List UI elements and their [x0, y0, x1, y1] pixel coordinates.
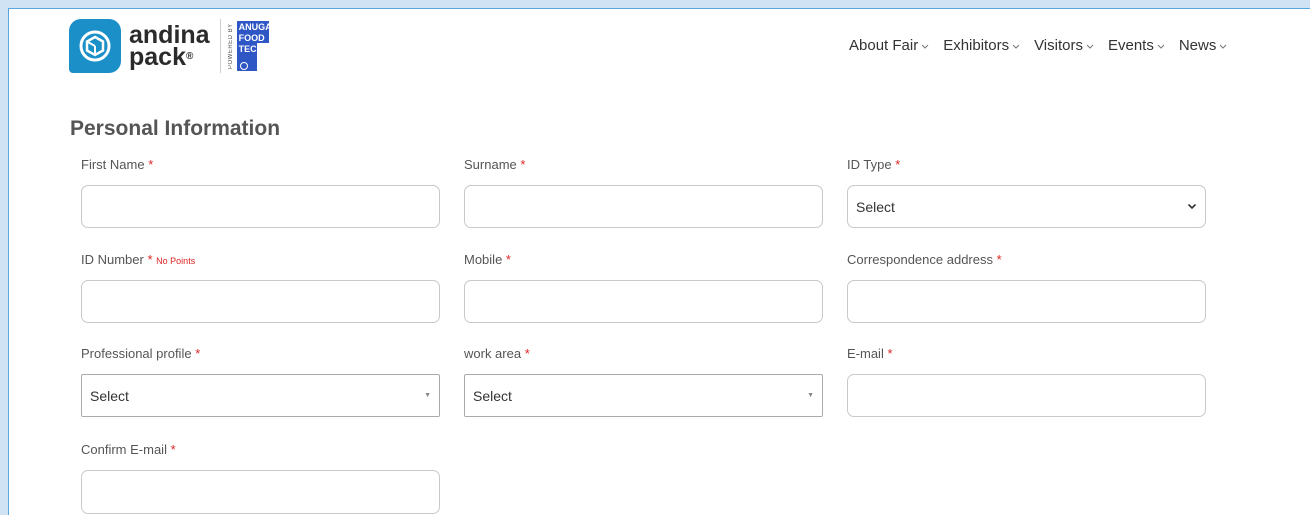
professional-profile-selected-value: Select: [90, 387, 129, 404]
nav-label: About Fair: [849, 37, 919, 54]
id-type-select[interactable]: Select: [847, 185, 1206, 228]
mobile-label: Mobile: [464, 252, 503, 267]
nav-label: Events: [1107, 37, 1154, 54]
work-area-selected-value: Select: [473, 387, 512, 404]
email-label: E-mail: [847, 346, 884, 361]
id-type-selected-value: Select: [856, 198, 895, 215]
required-mark: *: [148, 157, 154, 172]
professional-profile-select[interactable]: Select ▼: [81, 374, 440, 417]
professional-profile-field: Professional profile * Select ▼: [81, 346, 441, 417]
powered-by-label: POWERED BY: [227, 23, 234, 69]
id-number-hint: No Points: [156, 256, 196, 266]
required-mark: *: [996, 252, 1002, 267]
globe-icon: [239, 62, 248, 70]
caret-down-icon: ▼: [424, 392, 431, 399]
section-title: Personal Information: [70, 117, 281, 140]
address-field: Correspondence address *: [847, 252, 1207, 323]
surname-label: Surname: [464, 157, 517, 172]
surname-input[interactable]: [464, 185, 823, 228]
registered-mark: ®: [185, 51, 194, 62]
nav-label: Exhibitors: [943, 37, 1010, 54]
nav-events[interactable]: Events: [1108, 37, 1165, 54]
nav-label: News: [1178, 37, 1217, 54]
chevron-down-icon: [1012, 44, 1020, 49]
main-nav: About Fair Exhibitors Visitors Events Ne…: [849, 37, 1227, 54]
chevron-down-icon: [1187, 203, 1197, 210]
nav-visitors[interactable]: Visitors: [1034, 37, 1094, 54]
chevron-down-icon: [921, 44, 929, 49]
email-field: E-mail *: [847, 346, 1207, 417]
nav-exhibitors[interactable]: Exhibitors: [943, 37, 1020, 54]
mobile-field: Mobile *: [464, 252, 824, 323]
professional-profile-label: Professional profile: [81, 346, 192, 361]
page-frame: andina pack® POWERED BY ANUGA FOOD TEC A…: [8, 8, 1310, 515]
nav-news[interactable]: News: [1179, 37, 1228, 54]
required-mark: *: [195, 346, 201, 361]
id-type-field: ID Type * Select: [847, 157, 1207, 228]
first-name-label: First Name: [81, 157, 145, 172]
andina-pack-logo-icon: [69, 19, 121, 73]
partner-line-3: TEC: [238, 44, 257, 54]
confirm-email-field: Confirm E-mail *: [81, 442, 441, 514]
required-mark: *: [505, 252, 511, 267]
id-type-label: ID Type: [847, 157, 892, 172]
work-area-label: work area: [464, 346, 522, 361]
id-number-input[interactable]: [81, 280, 440, 323]
first-name-field: First Name *: [81, 157, 441, 228]
nav-about-fair[interactable]: About Fair: [849, 37, 929, 54]
email-input[interactable]: [847, 374, 1206, 417]
work-area-select[interactable]: Select ▼: [464, 374, 823, 417]
required-mark: *: [887, 346, 893, 361]
required-mark: *: [147, 252, 153, 267]
nav-label: Visitors: [1034, 37, 1083, 54]
required-mark: *: [895, 157, 901, 172]
brand-name-line2: pack: [129, 43, 186, 71]
partner-line-2: FOOD: [238, 33, 265, 43]
work-area-field: work area * Select ▼: [464, 346, 824, 417]
surname-field: Surname *: [464, 157, 824, 228]
chevron-down-icon: [1219, 44, 1227, 49]
required-mark: *: [520, 157, 526, 172]
anuga-foodtec-logo: ANUGA FOOD TEC: [236, 21, 272, 71]
chevron-down-icon: [1157, 44, 1165, 49]
confirm-email-label: Confirm E-mail: [81, 442, 167, 457]
caret-down-icon: ▼: [807, 392, 814, 399]
address-label: Correspondence address: [847, 252, 993, 267]
id-number-field: ID Number * No Points: [81, 252, 441, 323]
logo-divider: [219, 19, 221, 73]
address-input[interactable]: [847, 280, 1206, 323]
partner-line-1: ANUGA: [238, 22, 272, 32]
required-mark: *: [524, 346, 530, 361]
brand-name: andina pack®: [129, 23, 210, 71]
required-mark: *: [170, 442, 176, 457]
mobile-input[interactable]: [464, 280, 823, 323]
id-number-label: ID Number: [81, 252, 144, 267]
first-name-input[interactable]: [81, 185, 440, 228]
confirm-email-input[interactable]: [81, 470, 440, 514]
site-logo[interactable]: andina pack® POWERED BY ANUGA FOOD TEC: [69, 15, 272, 77]
chevron-down-icon: [1086, 44, 1094, 49]
